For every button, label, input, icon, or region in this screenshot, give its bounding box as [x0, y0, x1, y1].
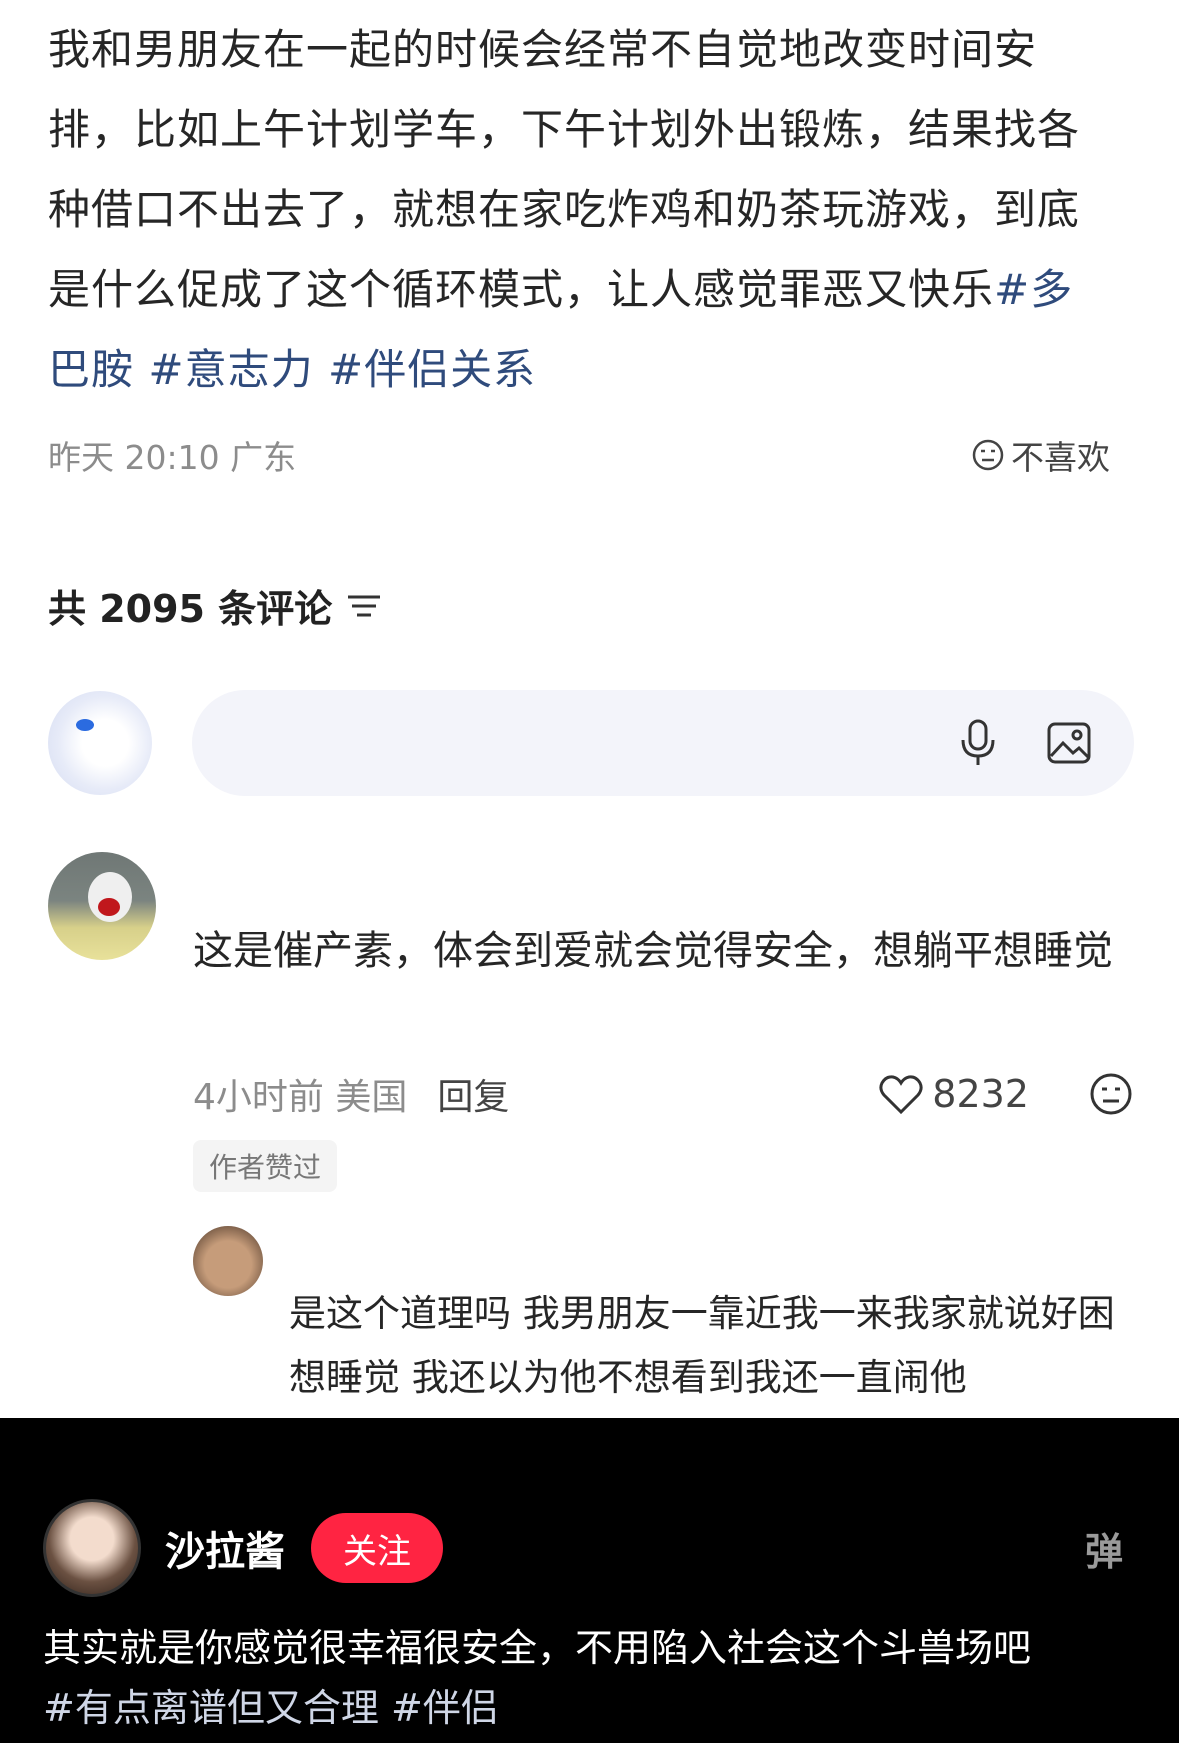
- overlay-header: 沙拉酱 关注 弹: [43, 1498, 1143, 1598]
- comment-time: 4小时前 美国: [193, 1068, 407, 1120]
- dislike-label: 不喜欢: [1011, 438, 1110, 477]
- comment-actions: 8232: [878, 1072, 1133, 1116]
- comment-composer: [48, 690, 1134, 796]
- commenter-avatar[interactable]: [48, 852, 156, 960]
- like-count: 8232: [932, 1072, 1029, 1116]
- post-time-location: 昨天 20:10 广东: [48, 431, 296, 479]
- sort-icon[interactable]: [346, 591, 382, 621]
- author-name[interactable]: 沙拉酱: [165, 1519, 285, 1577]
- post-location: 广东: [230, 438, 297, 477]
- comments-header: 共 2095 条评论: [48, 578, 382, 633]
- post-meta: 昨天 20:10 广东 不喜欢: [48, 430, 1110, 480]
- follow-button[interactable]: 关注: [311, 1513, 443, 1583]
- post-body: 我和男朋友在一起的时候会经常不自觉地改变时间安排，比如上午计划学车，下午计划外出…: [48, 10, 1108, 410]
- comment-meta: 4小时前 美国 回复 8232: [193, 1064, 1133, 1124]
- hashtag-willpower[interactable]: #意志力: [148, 345, 313, 394]
- microphone-icon[interactable]: [958, 718, 998, 768]
- author-avatar[interactable]: [43, 1499, 141, 1597]
- neutral-face-icon: [972, 439, 1004, 471]
- post-body-text: 我和男朋友在一起的时候会经常不自觉地改变时间安排，比如上午计划学车，下午计划外出…: [48, 25, 1081, 314]
- reply-button[interactable]: 回复: [437, 1068, 509, 1120]
- image-icon[interactable]: [1046, 721, 1092, 765]
- comment-text: 这是催产素，体会到爱就会觉得安全，想躺平想睡觉: [193, 928, 1113, 974]
- avatar-bow: [98, 898, 120, 916]
- comment-time-value: 4小时前: [193, 1077, 324, 1118]
- neutral-face-icon[interactable]: [1089, 1072, 1133, 1116]
- dislike-button[interactable]: 不喜欢: [971, 431, 1110, 479]
- danmaku-toggle[interactable]: 弹: [1085, 1521, 1123, 1576]
- overlay-hashtag-1[interactable]: #有点离谱但又合理: [43, 1686, 379, 1730]
- post-time: 昨天 20:10: [48, 438, 220, 477]
- replier-avatar[interactable]: [193, 1226, 263, 1296]
- post-content: 我和男朋友在一起的时候会经常不自觉地改变时间安排，比如上午计划学车，下午计划外出…: [48, 10, 1108, 410]
- my-avatar[interactable]: [48, 691, 152, 795]
- comment-location: 美国: [335, 1077, 408, 1118]
- comment-input[interactable]: [192, 690, 1134, 796]
- reply-text: 是这个道理吗 我男朋友一靠近我一来我家就说好困想睡觉 我还以为他不想看到我还一直…: [289, 1292, 1115, 1399]
- hashtag-partner-relationship[interactable]: #伴侣关系: [328, 345, 536, 394]
- author-liked-badge: 作者赞过: [193, 1140, 338, 1192]
- author-caption-overlay: 沙拉酱 关注 弹 其实就是你感觉很幸福很安全，不用陷入社会这个斗兽场吧 #有点离谱…: [0, 1418, 1179, 1743]
- overlay-caption-text: 其实就是你感觉很幸福很安全，不用陷入社会这个斗兽场吧: [43, 1626, 1032, 1670]
- comment-count: 共 2095 条评论: [48, 587, 333, 631]
- heart-icon[interactable]: [878, 1073, 924, 1115]
- overlay-hashtag-2[interactable]: #伴侣: [391, 1686, 499, 1730]
- overlay-caption: 其实就是你感觉很幸福很安全，不用陷入社会这个斗兽场吧 #有点离谱但又合理 #伴侣: [43, 1618, 1153, 1738]
